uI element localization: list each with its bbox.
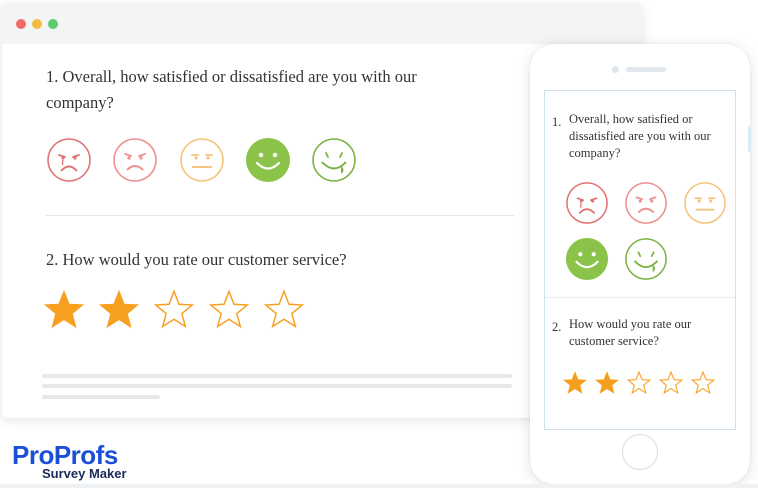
minimize-window-dot[interactable] (32, 19, 42, 29)
bottom-strip (0, 484, 758, 488)
mobile-star-3-empty-icon[interactable] (626, 370, 652, 395)
mobile-star-5-empty-icon[interactable] (690, 370, 716, 395)
placeholder-line (42, 395, 160, 399)
proprofs-logo[interactable]: ProProfs Survey Maker (12, 442, 127, 481)
mobile-neutral-face-icon[interactable] (683, 181, 727, 225)
mobile-question-2-text: How would you rate our customer service? (569, 317, 692, 348)
mobile-question-1-number: 1. (552, 115, 562, 129)
mobile-question-2-number: 2. (552, 320, 562, 334)
maximize-window-dot[interactable] (48, 19, 58, 29)
mobile-question-1-text: Overall, how satisfied or dissatisfied a… (569, 112, 711, 160)
mobile-question-divider (545, 297, 735, 298)
question-1-text: 1. Overall, how satisfied or dissatisfie… (46, 67, 417, 112)
scroll-tab (748, 126, 751, 152)
placeholder-line (42, 374, 512, 378)
very-dissatisfied-face-icon[interactable] (46, 137, 92, 183)
star-4-empty-icon[interactable] (207, 288, 251, 330)
title-bar (2, 4, 642, 44)
mobile-very-satisfied-face-icon[interactable] (624, 237, 668, 281)
logo-subtitle: Survey Maker (42, 466, 127, 481)
mobile-very-dissatisfied-face-icon[interactable] (565, 181, 609, 225)
satisfied-face-icon[interactable] (245, 137, 291, 183)
placeholder-line (42, 384, 512, 388)
star-3-empty-icon[interactable] (152, 288, 196, 330)
close-window-dot[interactable] (16, 19, 26, 29)
mobile-star-4-empty-icon[interactable] (658, 370, 684, 395)
phone-home-button[interactable] (622, 434, 658, 470)
mobile-phone-frame: 1. Overall, how satisfied or dissatisfie… (530, 44, 751, 484)
logo-wordmark: ProProfs (12, 442, 127, 468)
star-2-filled-icon[interactable] (97, 288, 141, 330)
neutral-face-icon[interactable] (179, 137, 225, 183)
question-2-text: 2. How would you rate our customer servi… (46, 250, 347, 269)
very-satisfied-face-icon[interactable] (311, 137, 357, 183)
phone-screen: 1. Overall, how satisfied or dissatisfie… (544, 90, 736, 430)
question-divider (46, 215, 514, 216)
mobile-star-2-filled-icon[interactable] (594, 370, 620, 395)
phone-camera (612, 66, 619, 73)
mobile-star-1-filled-icon[interactable] (562, 370, 588, 395)
star-1-filled-icon[interactable] (42, 288, 86, 330)
dissatisfied-face-icon[interactable] (112, 137, 158, 183)
mobile-dissatisfied-face-icon[interactable] (624, 181, 668, 225)
star-5-empty-icon[interactable] (262, 288, 306, 330)
phone-speaker (626, 67, 666, 72)
mobile-satisfied-face-icon[interactable] (565, 237, 609, 281)
